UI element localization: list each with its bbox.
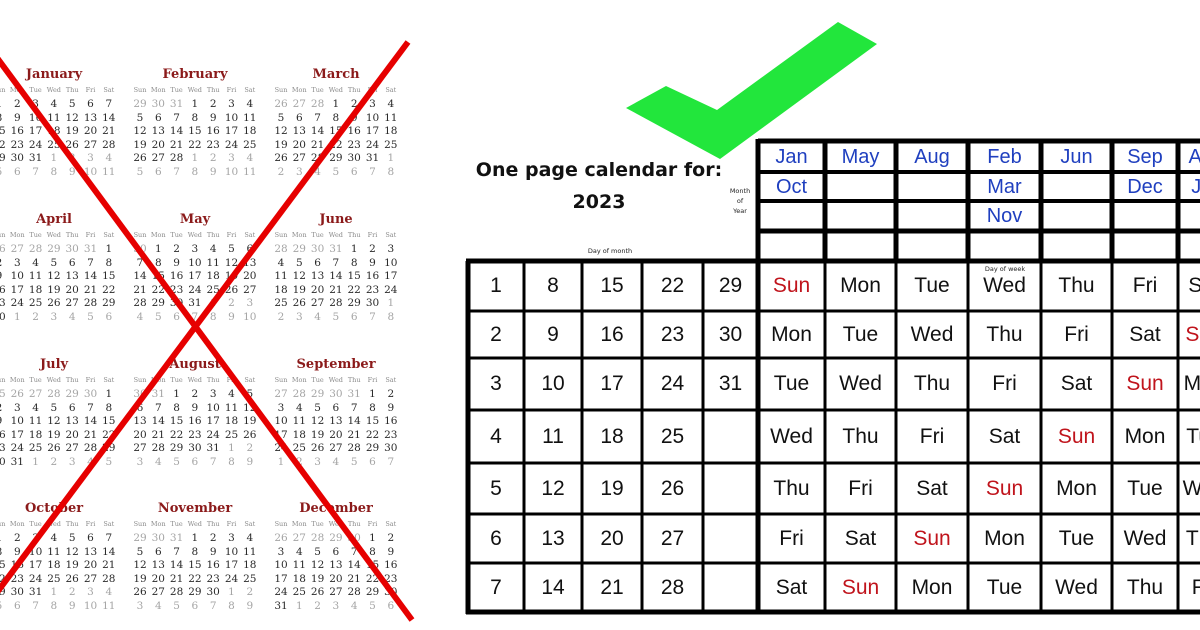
weekday-cell: Tue bbox=[1127, 476, 1163, 500]
day-of-month-cell: 16 bbox=[600, 322, 624, 346]
day-of-month-cell: 28 bbox=[660, 575, 685, 599]
weekday-cell: Sun bbox=[1057, 424, 1096, 448]
weekday-cell: Sat bbox=[775, 575, 808, 599]
weekday-cell: Wed bbox=[770, 424, 813, 448]
day-of-month-cell: 25 bbox=[660, 424, 685, 448]
day-of-month-cell: 4 bbox=[490, 424, 502, 448]
day-of-month-cell: 20 bbox=[600, 526, 624, 550]
weekday-cell: Tue bbox=[773, 372, 810, 395]
day-of-month-cell: 12 bbox=[541, 476, 565, 500]
weekday-cell: Sun bbox=[841, 575, 880, 599]
weekday-cell: Wed bbox=[983, 274, 1026, 297]
weekday-cell: Mon bbox=[840, 274, 881, 297]
weekday-cell: Sun bbox=[1126, 372, 1164, 395]
month-name-cell: Nov bbox=[986, 205, 1023, 227]
day-of-month-cell: 10 bbox=[541, 372, 565, 395]
weekday-cell: Thu bbox=[986, 322, 1023, 346]
day-of-week-label: Day of week bbox=[984, 265, 1026, 273]
month-name-cell: Jul bbox=[1191, 175, 1200, 198]
day-of-month-cell: 15 bbox=[600, 274, 624, 297]
weekday-cell: Mon bbox=[771, 322, 812, 346]
weekday-cell: Mon bbox=[1056, 476, 1097, 500]
weekday-cell: Thu bbox=[1185, 526, 1200, 550]
weekday-cell: Fri bbox=[919, 424, 945, 448]
month-name-cell: May bbox=[841, 145, 880, 168]
weekday-cell: Mon bbox=[1124, 424, 1166, 448]
weekday-cell: Fri bbox=[848, 476, 873, 500]
day-of-month-cell: 7 bbox=[490, 575, 502, 599]
weekday-cell: Wed bbox=[1055, 575, 1098, 599]
weekday-cell: Fri bbox=[1191, 575, 1200, 599]
month-name-cell: Aug bbox=[914, 145, 950, 168]
weekday-cell: Tue bbox=[842, 322, 879, 346]
month-name-cell: Jun bbox=[1060, 145, 1093, 168]
month-name-cell: Sep bbox=[1127, 145, 1163, 168]
day-of-month-cell: 26 bbox=[660, 476, 685, 500]
weekday-cell: Wed bbox=[910, 322, 954, 346]
weekday-cell: Thu bbox=[1058, 274, 1095, 297]
day-of-month-cell: 2 bbox=[490, 322, 502, 346]
day-of-month-cell: 5 bbox=[490, 476, 502, 500]
weekday-cell: Tue bbox=[914, 274, 950, 297]
weekday-cell: Tue bbox=[1186, 424, 1200, 448]
day-of-month-cell: 18 bbox=[600, 424, 624, 448]
day-of-month-cell: 6 bbox=[490, 526, 502, 550]
weekday-cell: Fri bbox=[992, 372, 1017, 395]
weekday-cell: Sat bbox=[988, 424, 1021, 448]
day-of-month-cell: 27 bbox=[660, 526, 685, 550]
day-of-month-cell: 19 bbox=[600, 476, 624, 500]
weekday-cell: Sat bbox=[844, 526, 877, 550]
weekday-cell: Sun bbox=[985, 476, 1024, 500]
weekday-cell: Thu bbox=[1126, 575, 1164, 599]
month-name-cell: Mar bbox=[987, 175, 1022, 198]
month-name-cell: Oct bbox=[775, 175, 808, 198]
day-of-month-cell: 31 bbox=[718, 372, 743, 395]
day-of-month-cell: 23 bbox=[660, 322, 685, 346]
weekday-cell: Wed bbox=[1182, 476, 1200, 500]
day-of-month-cell: 29 bbox=[718, 274, 743, 297]
weekday-cell: Sun bbox=[913, 526, 951, 550]
day-of-month-cell: 3 bbox=[490, 372, 502, 395]
weekday-cell: Mon bbox=[984, 526, 1025, 550]
day-of-month-cell: 30 bbox=[718, 322, 743, 346]
day-of-month-cell: 1 bbox=[490, 274, 502, 297]
weekday-cell: Mon bbox=[1183, 372, 1200, 395]
day-of-month-cell: 24 bbox=[660, 372, 685, 395]
weekday-cell: Mon bbox=[911, 575, 953, 599]
month-name-cell: Jan bbox=[775, 145, 808, 168]
weekday-cell: Sun bbox=[772, 274, 811, 297]
day-of-month-cell: 9 bbox=[547, 322, 559, 346]
weekday-cell: Wed bbox=[839, 372, 882, 395]
month-name-cell: Apr bbox=[1188, 145, 1200, 168]
weekday-cell: Fri bbox=[1132, 274, 1158, 297]
day-of-month-cell: 21 bbox=[600, 575, 624, 599]
day-of-month-cell: 22 bbox=[660, 274, 685, 297]
weekday-cell: Sun bbox=[1185, 322, 1200, 346]
weekday-cell: Thu bbox=[773, 476, 810, 500]
weekday-cell: Wed bbox=[1123, 526, 1167, 550]
weekday-cell: Thu bbox=[842, 424, 879, 448]
weekday-cell: Sat bbox=[1129, 322, 1161, 346]
day-of-month-cell: 17 bbox=[600, 372, 624, 395]
weekday-cell: Tue bbox=[1058, 526, 1095, 550]
weekday-cell: Fri bbox=[779, 526, 804, 550]
month-name-cell: Feb bbox=[987, 145, 1022, 168]
month-name-cell: Dec bbox=[1127, 175, 1163, 198]
weekday-cell: Thu bbox=[913, 372, 951, 395]
day-of-month-cell: 11 bbox=[542, 424, 564, 448]
weekday-cell: Sat bbox=[1060, 372, 1093, 395]
weekday-cell: Tue bbox=[986, 575, 1023, 599]
weekday-cell: Fri bbox=[1064, 322, 1089, 346]
weekday-cell: Sat bbox=[916, 476, 948, 500]
day-of-month-cell: 13 bbox=[541, 526, 565, 550]
day-of-month-cell: 8 bbox=[547, 274, 559, 297]
day-of-month-cell: 14 bbox=[541, 575, 565, 599]
weekday-cell: Sat bbox=[1188, 274, 1200, 297]
